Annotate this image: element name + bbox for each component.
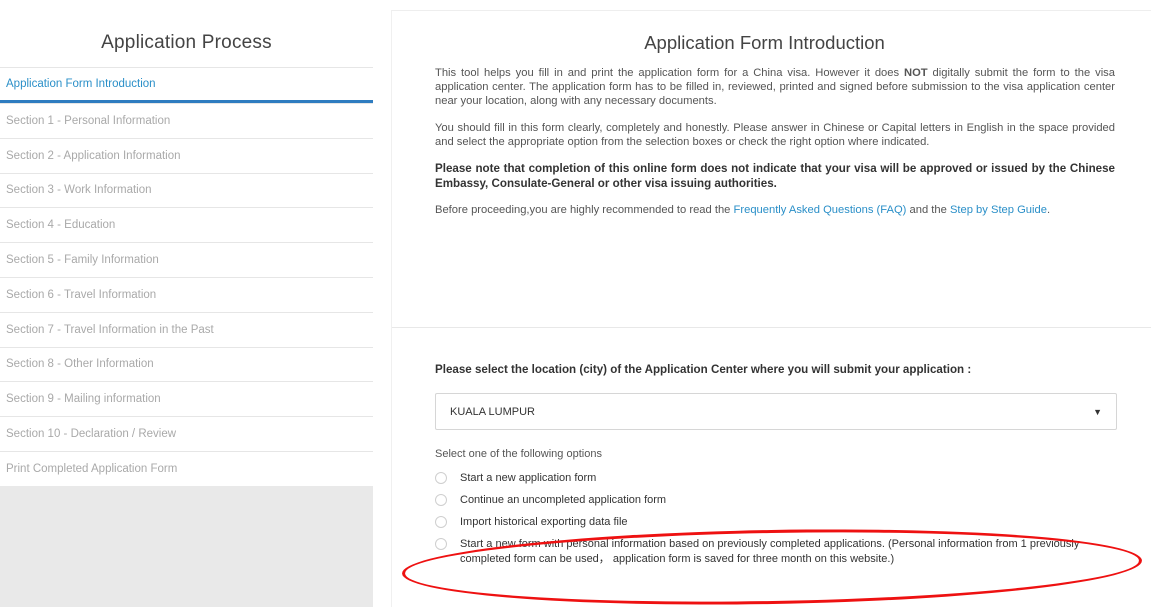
location-label: Please select the location (city) of the… — [435, 363, 972, 376]
radio-button[interactable] — [435, 494, 447, 506]
options-radio-group: Start a new application form Continue an… — [435, 471, 1125, 574]
location-select[interactable]: KUALA LUMPUR ▼ — [435, 393, 1117, 430]
intro-p1-not: NOT — [904, 67, 928, 79]
intro-paragraph-1: This tool helps you fill in and print th… — [435, 66, 1115, 109]
sidebar-item-section-7[interactable]: Section 7 - Travel Information in the Pa… — [0, 311, 373, 347]
options-label: Select one of the following options — [435, 448, 602, 460]
sidebar-item-section-4[interactable]: Section 4 - Education — [0, 207, 373, 242]
intro-p4-part-a: Before proceeding,you are highly recomme… — [435, 204, 734, 217]
option-import-data[interactable]: Import historical exporting data file — [435, 515, 1125, 530]
sidebar-title: Application Process — [0, 10, 373, 67]
intro-p1-part-a: This tool helps you fill in and print th… — [435, 67, 905, 79]
faq-link[interactable]: Frequently Asked Questions (FAQ) — [734, 204, 907, 216]
sidebar-item-introduction[interactable]: Application Form Introduction — [0, 67, 373, 103]
caret-down-icon: ▼ — [1093, 407, 1102, 417]
guide-link[interactable]: Step by Step Guide — [950, 204, 1047, 216]
option-continue-form[interactable]: Continue an uncompleted application form — [435, 493, 1125, 508]
sidebar-item-print[interactable]: Print Completed Application Form — [0, 450, 373, 486]
intro-paragraph-4: Before proceeding,you are highly recomme… — [435, 203, 1115, 217]
sidebar-item-section-1[interactable]: Section 1 - Personal Information — [0, 103, 373, 138]
option-label: Start a new application form — [460, 472, 597, 484]
radio-button[interactable] — [435, 538, 447, 550]
main-panel: Application Form Introduction This tool … — [391, 10, 1151, 607]
intro-text: This tool helps you fill in and print th… — [435, 66, 1115, 229]
sidebar-item-section-8[interactable]: Section 8 - Other Information — [0, 346, 373, 382]
intro-paragraph-3: Please note that completion of this onli… — [435, 162, 1115, 191]
option-label: Import historical exporting data file — [460, 516, 628, 528]
intro-p4-part-b: and the — [906, 204, 950, 217]
intro-p4-part-c: . — [1046, 204, 1051, 217]
sidebar-item-section-10[interactable]: Section 10 - Declaration / Review — [0, 416, 373, 451]
radio-button[interactable] — [435, 516, 447, 528]
section-divider — [392, 327, 1151, 328]
option-new-form[interactable]: Start a new application form — [435, 471, 1125, 486]
option-label: Continue an uncompleted application form — [460, 494, 667, 506]
sidebar-nav: Application Form Introduction Section 1 … — [0, 67, 373, 486]
option-label: Start a new form with personal informati… — [460, 538, 1080, 565]
sidebar-item-section-3[interactable]: Section 3 - Work Information — [0, 172, 373, 208]
sidebar-item-section-5[interactable]: Section 5 - Family Information — [0, 242, 373, 277]
sidebar-item-section-2[interactable]: Section 2 - Application Information — [0, 137, 373, 173]
option-new-form-from-previous[interactable]: Start a new form with personal informati… — [435, 537, 1125, 567]
sidebar-item-section-6[interactable]: Section 6 - Travel Information — [0, 276, 373, 312]
radio-button[interactable] — [435, 472, 447, 484]
sidebar: Application Process Application Form Int… — [0, 10, 373, 607]
location-select-value: KUALA LUMPUR — [450, 405, 535, 418]
sidebar-item-section-9[interactable]: Section 9 - Mailing information — [0, 381, 373, 416]
intro-paragraph-2: You should fill in this form clearly, co… — [435, 121, 1115, 148]
page-title: Application Form Introduction — [644, 32, 885, 53]
